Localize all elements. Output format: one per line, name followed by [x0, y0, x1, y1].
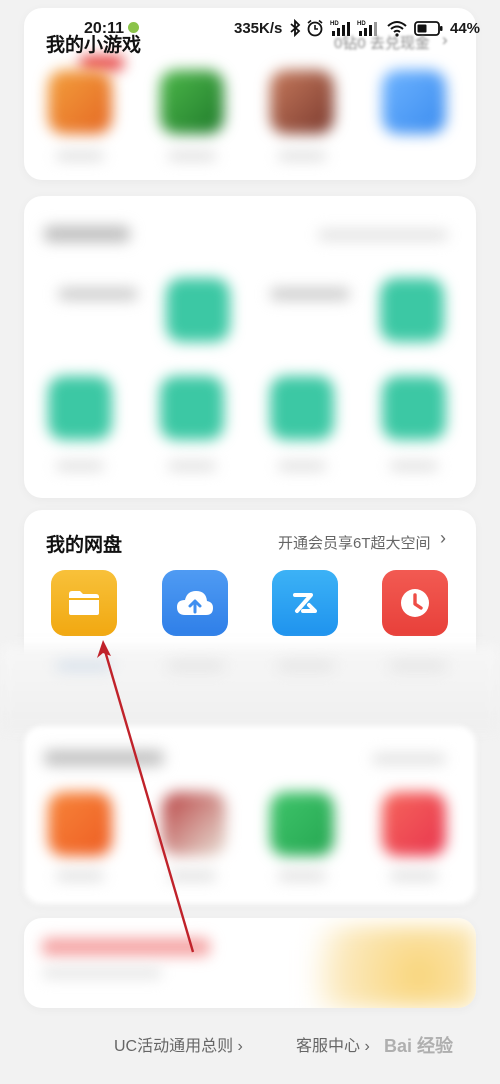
transfer-glyph-icon [293, 593, 317, 613]
network-speed: 335K/s [234, 20, 283, 37]
cloud-glyph-icon [177, 591, 213, 615]
tool-icon-6[interactable] [382, 376, 446, 440]
netdisk-section-title: 我的网盘 [46, 535, 123, 556]
recommend-link-placeholder [372, 754, 446, 764]
activity-rules-link[interactable]: UC活动通用总则 › [114, 1032, 243, 1056]
game-label-3 [278, 152, 326, 160]
recommend-tile-1[interactable] [48, 792, 112, 856]
cloud-upload-icon[interactable] [162, 570, 228, 636]
game-badge [80, 56, 124, 70]
customer-service-link[interactable]: 客服中心 › [296, 1032, 370, 1056]
game-tile-2[interactable] [160, 70, 224, 134]
recommend-title-placeholder [44, 750, 164, 766]
promo-text-placeholder [42, 938, 210, 956]
recommend-label-2 [168, 872, 216, 880]
netdisk-label-3 [278, 662, 334, 670]
recommend-tile-4[interactable] [382, 792, 446, 856]
folder-glyph-icon [69, 591, 99, 615]
folder-icon[interactable] [51, 570, 117, 636]
game-tile-1[interactable] [48, 70, 112, 134]
netdisk-label-1 [56, 662, 112, 670]
tools-link-placeholder [318, 230, 448, 240]
promo-image [286, 926, 476, 1008]
chevron-right-icon[interactable]: › [440, 528, 446, 549]
tool-text-2 [270, 288, 350, 300]
netdisk-upgrade-link[interactable]: 开通会员享6T超大空间 [278, 532, 431, 553]
promo-subtext-placeholder [42, 968, 162, 978]
svg-text:HD: HD [357, 21, 366, 27]
tool-label-3 [56, 462, 104, 470]
game-tile-4[interactable] [382, 70, 446, 134]
tool-icon-3[interactable] [48, 376, 112, 440]
netdisk-label-2 [168, 662, 224, 670]
clock-glyph-icon [401, 589, 429, 617]
tool-icon-4[interactable] [160, 376, 224, 440]
tools-title-placeholder [44, 226, 130, 242]
game-label-2 [168, 152, 216, 160]
recommend-label-3 [278, 872, 326, 880]
bluetooth-icon [290, 19, 301, 37]
recommend-tile-2[interactable] [162, 792, 226, 856]
game-label-1 [56, 152, 104, 160]
tool-label-5 [278, 462, 326, 470]
transfer-icon[interactable] [272, 570, 338, 636]
recommend-label-4 [390, 872, 438, 880]
watermark-logo: Bai 经验 [384, 1036, 454, 1056]
alarm-icon [307, 19, 323, 37]
promo-banner-card[interactable] [24, 918, 476, 1008]
svg-text:HD: HD [330, 21, 339, 27]
battery-percent: 44% [450, 20, 481, 37]
clock-icon[interactable] [382, 570, 448, 636]
recommend-label-1 [56, 872, 104, 880]
tool-label-6 [390, 462, 438, 470]
tool-label-4 [168, 462, 216, 470]
recommend-tile-3[interactable] [270, 792, 334, 856]
netdisk-labels-blur [0, 646, 500, 730]
tool-icon-5[interactable] [270, 376, 334, 440]
games-section-link[interactable]: 0钻0 去兑现金 [334, 32, 430, 53]
tool-icon-1[interactable] [166, 278, 230, 342]
tool-text-1 [58, 288, 138, 300]
netdisk-label-4 [390, 662, 446, 670]
tool-icon-2[interactable] [380, 278, 444, 342]
game-tile-3[interactable] [270, 70, 334, 134]
games-section-title: 我的小游戏 [46, 35, 142, 56]
